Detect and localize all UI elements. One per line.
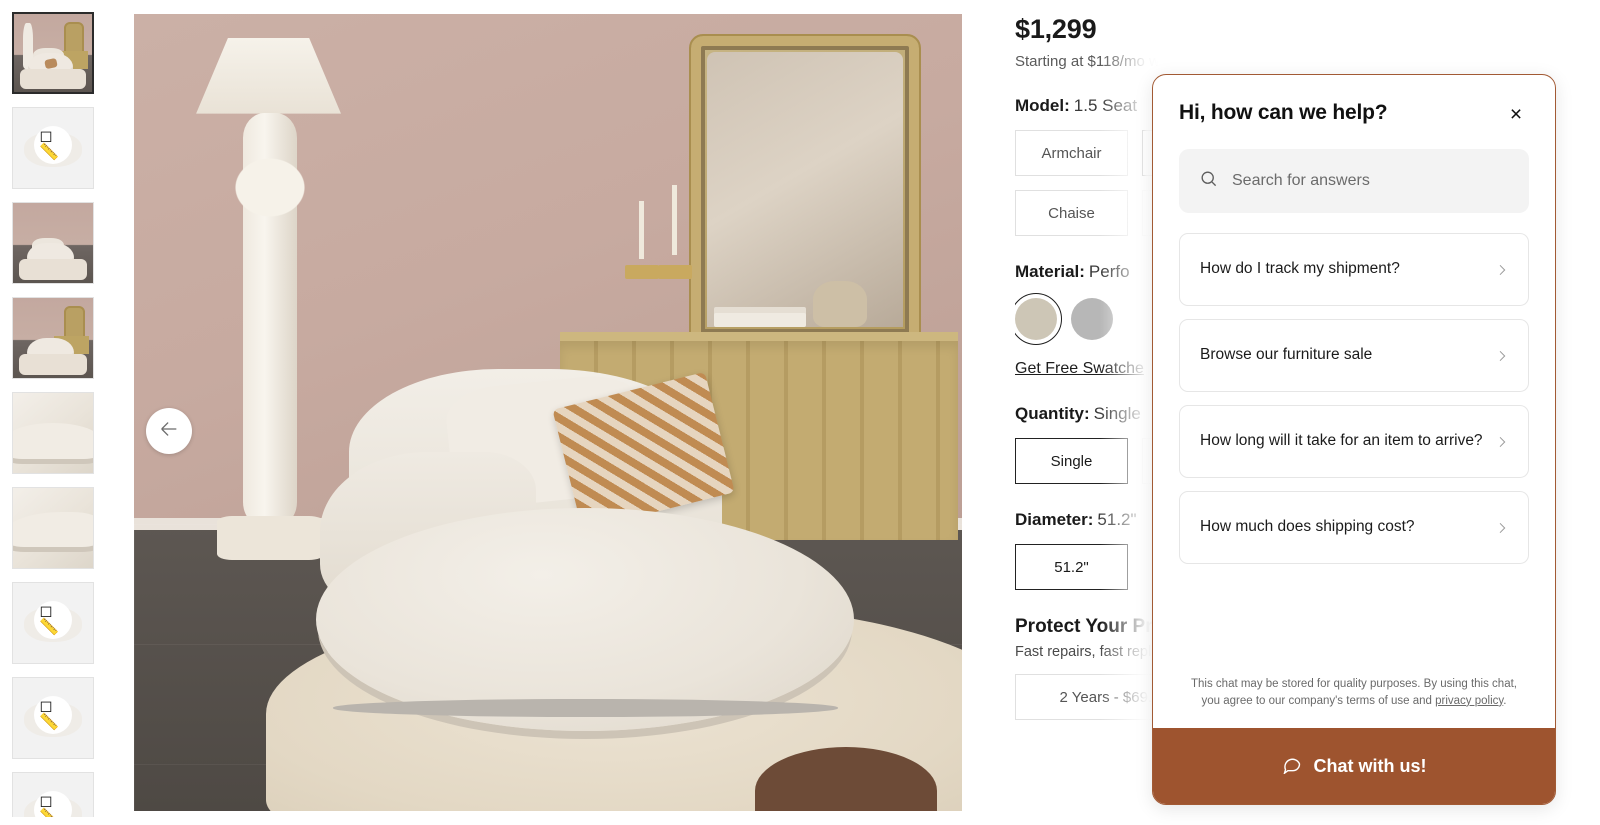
chair-shape: [27, 338, 74, 367]
ruler-icon: ◻📏: [39, 602, 60, 636]
chat-disclaimer: This chat may be stored for quality purp…: [1153, 654, 1555, 729]
thumb-artwork: ◻📏: [13, 773, 93, 817]
chat-faq-item-3[interactable]: How much does shipping cost?: [1179, 491, 1529, 564]
chair-seat: [316, 508, 855, 732]
chat-faq-label: How do I track my shipment?: [1200, 260, 1400, 278]
option-diameter-51-2[interactable]: 51.2": [1015, 544, 1128, 590]
thumb-artwork: [13, 203, 93, 283]
chat-faq-label: How much does shipping cost?: [1200, 518, 1415, 536]
mirror-shape: [63, 21, 85, 53]
thumb-artwork: ◻📏: [13, 678, 93, 758]
chair-base-band: [332, 699, 838, 717]
option-name: Diameter:: [1015, 510, 1094, 529]
privacy-policy-link[interactable]: privacy policy: [1435, 695, 1503, 707]
lamp-base-decor: [216, 516, 325, 560]
option-model-chaise[interactable]: Chaise: [1015, 190, 1128, 236]
search-icon: [1199, 169, 1218, 193]
chat-faq-item-2[interactable]: How long will it take for an item to arr…: [1179, 405, 1529, 478]
material-swatch-performance-beige[interactable]: [1015, 293, 1062, 345]
pillow-shape: [44, 58, 59, 70]
arrow-left-icon: [158, 418, 180, 445]
option-value: Single: [1093, 404, 1141, 423]
gallery-thumbnail-1[interactable]: ◻📏: [12, 107, 94, 189]
chat-cta-label: Chat with us!: [1313, 755, 1427, 776]
gallery-thumbnail-5[interactable]: [12, 487, 94, 569]
chevron-right-icon: [1494, 434, 1510, 450]
affirm-logo: affirm: [1180, 46, 1227, 70]
chat-disclaimer-tail: .: [1503, 694, 1507, 707]
ruler-icon: ◻📏: [39, 697, 60, 731]
gallery-prev-button[interactable]: [146, 408, 192, 454]
lamp-stem-decor: [230, 112, 310, 528]
vase-decor: [812, 280, 867, 327]
product-detail-page: ◻📏 ◻📏 ◻📏 ◻ $1,299 Starting at $118/mo wi…: [0, 0, 1600, 825]
thumb-artwork: [14, 14, 92, 92]
chat-faq-list: How do I track my shipment? Browse our f…: [1179, 233, 1529, 564]
gallery-thumbnail-3[interactable]: [12, 297, 94, 379]
chat-search-placeholder: Search for answers: [1232, 172, 1370, 189]
ruler-icon: ◻📏: [39, 127, 60, 161]
gallery-thumbnail-8[interactable]: ◻📏: [12, 772, 94, 817]
gallery-thumbnail-0[interactable]: [12, 12, 94, 94]
chat-body: Hi, how can we help? × Search for answer…: [1153, 75, 1555, 654]
candle-holder-decor: [625, 265, 659, 280]
product-price: $1,299: [1015, 14, 1097, 44]
ruler-icon: ◻📏: [39, 792, 59, 817]
option-value: 51.2": [1097, 510, 1137, 529]
chat-faq-item-1[interactable]: Browse our furniture sale: [1179, 319, 1529, 392]
chat-with-us-button[interactable]: Chat with us!: [1153, 728, 1555, 804]
chevron-right-icon: [1494, 262, 1510, 278]
option-name: Model:: [1015, 96, 1070, 115]
option-quantity-single[interactable]: Single: [1015, 438, 1128, 484]
chat-widget: Hi, how can we help? × Search for answer…: [1152, 74, 1556, 805]
gallery-thumbnail-6[interactable]: ◻📏: [12, 582, 94, 664]
candle-decor: [672, 185, 678, 256]
thumb-artwork: [13, 488, 93, 568]
affirm-arc-icon: [1208, 46, 1227, 60]
option-value: Perfo: [1088, 262, 1130, 281]
see-if-you-qualify-link[interactable]: See if you qualify: [1232, 53, 1346, 70]
candle-decor: [639, 201, 645, 260]
mirror-decor: [688, 33, 921, 345]
chat-faq-item-0[interactable]: How do I track my shipment?: [1179, 233, 1529, 306]
thumb-artwork: ◻📏: [13, 583, 93, 663]
lamp-shade-decor: [196, 37, 341, 114]
chair-shape: [27, 243, 74, 272]
chat-title: Hi, how can we help?: [1179, 101, 1388, 124]
swatch-fill: [1071, 298, 1113, 340]
candle-holder-decor: [658, 265, 693, 280]
chat-faq-label: How long will it take for an item to arr…: [1200, 432, 1483, 450]
material-swatch-performance-gray[interactable]: [1071, 298, 1113, 340]
option-name: Quantity:: [1015, 404, 1090, 423]
get-free-swatches-link[interactable]: Get Free Swatche: [1015, 360, 1144, 378]
gallery-thumbnail-4[interactable]: [12, 392, 94, 474]
gallery-thumbnail-2[interactable]: [12, 202, 94, 284]
financing-prefix: Starting at $118/mo with: [1015, 53, 1176, 70]
chevron-right-icon: [1494, 520, 1510, 536]
thumb-artwork: [13, 298, 93, 378]
option-value: 1.5 Seat: [1073, 96, 1138, 115]
chat-header: Hi, how can we help? ×: [1179, 101, 1529, 127]
chat-search-input[interactable]: Search for answers: [1179, 149, 1529, 213]
close-icon[interactable]: ×: [1503, 101, 1529, 127]
chat-bubble-icon: [1282, 754, 1302, 779]
thumb-artwork: [13, 393, 93, 473]
books-decor: [713, 312, 806, 327]
financing-line: Starting at $118/mo with affirm . See if…: [1015, 46, 1435, 70]
product-hero-image[interactable]: [134, 14, 962, 811]
swatch-fill: [1015, 298, 1057, 340]
option-name: Material:: [1015, 262, 1085, 281]
mirror-shape: [64, 306, 85, 338]
chat-faq-label: Browse our furniture sale: [1200, 346, 1373, 364]
chevron-right-icon: [1494, 348, 1510, 364]
thumb-artwork: ◻📏: [13, 108, 93, 188]
gallery-thumbnail-7[interactable]: ◻📏: [12, 677, 94, 759]
gallery-thumbnail-rail[interactable]: ◻📏 ◻📏 ◻📏 ◻: [12, 12, 102, 817]
option-model-armchair[interactable]: Armchair: [1015, 130, 1128, 176]
